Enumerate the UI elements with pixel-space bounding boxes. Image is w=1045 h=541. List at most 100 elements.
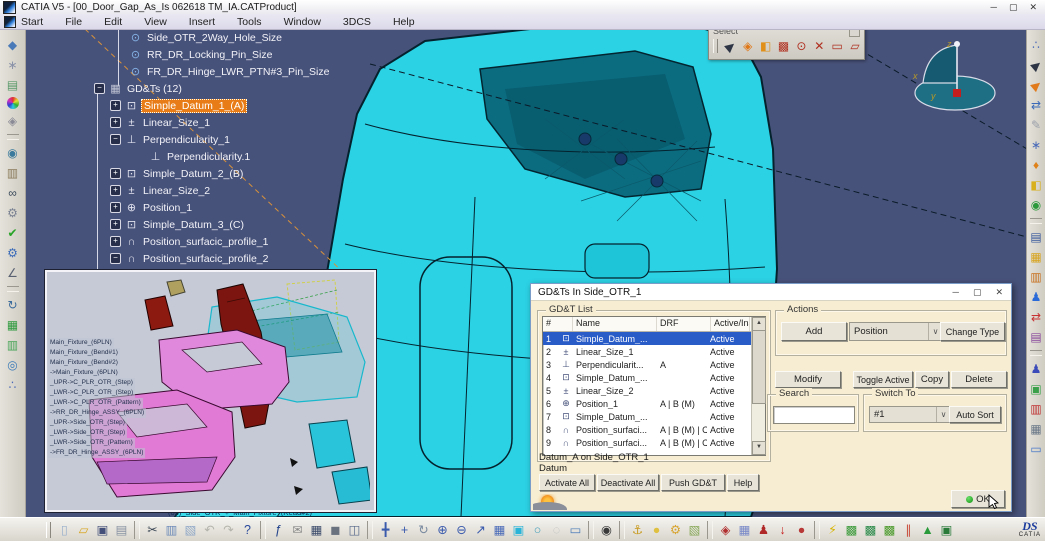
table-scrollbar[interactable]: ▲ ▼ <box>751 317 765 455</box>
camera-icon[interactable]: ◉ <box>598 521 615 539</box>
select-arrow-icon[interactable]: ▶ <box>1025 54 1045 77</box>
inset-tree-label[interactable]: ->Main_Fixture_(6PLN) <box>48 368 120 378</box>
select-arrow-icon[interactable]: ▶ <box>719 35 741 57</box>
close-button[interactable]: ✕ <box>1029 2 1037 13</box>
tree-expander[interactable]: + <box>110 202 121 213</box>
menu-item[interactable]: File <box>65 16 82 28</box>
magnify-select-icon[interactable]: ⊙ <box>793 38 809 54</box>
lightning-icon[interactable]: ⚡ <box>824 521 841 539</box>
tree-item-label[interactable]: RR_DR_Locking_Pin_Size <box>145 49 274 61</box>
multi-view-icon[interactable]: ▦ <box>491 521 508 539</box>
table-row[interactable]: 1 ⊡ Simple_Datum_... Active <box>543 332 751 345</box>
table-row[interactable]: 4 ⊡ Simple_Datum_... Active <box>543 371 751 384</box>
face-select-icon[interactable]: ▩ <box>776 38 792 54</box>
measure-icon[interactable]: ∠ <box>5 265 21 281</box>
add-button[interactable]: Add <box>781 322 847 341</box>
dialog-maximize-button[interactable]: ▢ <box>973 287 982 298</box>
switch-to-dropdown[interactable]: #1 ∨ <box>869 406 951 423</box>
separator[interactable] <box>367 521 373 539</box>
dialog-close-button[interactable]: ✕ <box>995 287 1003 298</box>
anchor-icon[interactable]: ⚓ <box>629 521 646 539</box>
mannequin-icon[interactable]: ♟ <box>1028 289 1044 305</box>
table-row[interactable]: 5 ± Linear_Size_2 Active <box>543 384 751 397</box>
tree-expander[interactable]: − <box>110 253 121 264</box>
copy-button[interactable]: Copy <box>915 371 949 388</box>
tree-item[interactable]: − ▦ GD&Ts (12) <box>92 80 331 97</box>
tree-item-label[interactable]: GD&Ts (12) <box>125 83 184 95</box>
separator[interactable] <box>7 134 19 140</box>
inset-tree-label[interactable]: _LWR->Side_OTR_(Pattern) <box>48 438 135 448</box>
row-name[interactable]: Linear_Size_1 <box>573 347 657 357</box>
tree-expander[interactable]: + <box>110 168 121 179</box>
points-grid-icon[interactable]: ∗ <box>1028 137 1044 153</box>
inset-tree-label[interactable]: Main_Fixture_(Bend#1) <box>48 348 120 358</box>
box-select-icon[interactable]: ▭ <box>829 38 845 54</box>
tree-item[interactable]: + ∩ Position_surfacic_profile_1 <box>92 233 331 250</box>
scroll-thumb[interactable] <box>752 330 766 404</box>
inset-tree-label[interactable]: _LWR->C_PLR_OTR_(Step) <box>48 388 135 398</box>
tree-item-label[interactable]: Perpendicularity.1 <box>165 151 252 163</box>
map-green-icon[interactable]: ▩ <box>843 521 860 539</box>
render-icon[interactable]: ▧ <box>686 521 703 539</box>
chart-up-icon[interactable]: ▲ <box>919 521 936 539</box>
maximize-button[interactable]: ▢ <box>1009 2 1018 13</box>
tree-item-label[interactable]: FR_DR_Hinge_LWR_PTN#3_Pin_Size <box>145 66 331 78</box>
inset-tree-label[interactable]: _UPR->C_PLR_OTR_(Step) <box>48 378 135 388</box>
transfer-icon[interactable]: ⇄ <box>1028 309 1044 325</box>
eye-globe-icon[interactable]: ◉ <box>5 145 21 161</box>
polygon-select-icon[interactable]: ▱ <box>847 38 863 54</box>
separator[interactable] <box>260 521 266 539</box>
tree-expander[interactable]: − <box>94 83 105 94</box>
gears-icon[interactable]: ⚙ <box>5 245 21 261</box>
push-gdt-button[interactable]: Push GD&T <box>661 474 725 491</box>
dialog-title-bar[interactable]: GD&Ts In Side_OTR_1 ─ ▢ ✕ <box>531 284 1011 301</box>
row-name[interactable]: Simple_Datum_... <box>573 373 657 383</box>
toggle-active-button[interactable]: Toggle Active <box>853 371 913 388</box>
tree-item[interactable]: + ± Linear_Size_1 <box>92 114 331 131</box>
help-button[interactable]: Help <box>727 474 759 491</box>
tree-expander[interactable]: + <box>110 185 121 196</box>
selection-filter-icon[interactable]: ▶ <box>1025 74 1045 97</box>
molecules-icon[interactable]: ∴ <box>5 377 21 393</box>
tree-item-label[interactable]: Position_surfacic_profile_2 <box>141 253 271 265</box>
paint-fill-icon[interactable]: ◧ <box>1028 177 1044 193</box>
crane-icon[interactable]: ⚙ <box>667 521 684 539</box>
menu-item[interactable]: Start <box>21 16 43 28</box>
person-icon[interactable]: ♟ <box>755 521 772 539</box>
film-icon[interactable]: ▦ <box>1028 421 1044 437</box>
copy-icon[interactable]: ▥ <box>163 521 180 539</box>
separator[interactable] <box>707 521 713 539</box>
inset-tree-label[interactable]: ->FR_DR_Hinge_ASSY_(6PLN) <box>48 448 145 458</box>
chart-green-icon[interactable]: ▦ <box>5 317 21 333</box>
map-terrain-icon[interactable]: ▩ <box>862 521 879 539</box>
inset-tree-label[interactable]: Main_Fixture_(6PLN) <box>48 338 114 348</box>
wireframe-icon[interactable]: ◌ <box>548 521 565 539</box>
tree-item-label[interactable]: Simple_Datum_2_(B) <box>141 168 245 180</box>
auto-sort-button[interactable]: Auto Sort <box>949 406 1001 423</box>
bed-scan-icon[interactable]: ▤ <box>1028 229 1044 245</box>
vehicle-icon[interactable]: ▭ <box>1028 441 1044 457</box>
points-icon[interactable]: ∗ <box>5 57 21 73</box>
import-icon[interactable]: ↓ <box>774 521 791 539</box>
grid-add-icon[interactable]: ▦ <box>736 521 753 539</box>
table-row[interactable]: 8 ∩ Position_surfaci... A | B (M) | C ..… <box>543 423 751 436</box>
inset-tree-label[interactable]: ->RR_DR_Hinge_ASSY_(6PLN) <box>48 408 146 418</box>
separator[interactable] <box>1030 350 1042 356</box>
screen-icon[interactable]: ▭ <box>567 521 584 539</box>
molecules-icon[interactable]: ∴ <box>1028 37 1044 53</box>
separator[interactable] <box>7 286 19 292</box>
fit-all-icon[interactable]: ╋ <box>377 521 394 539</box>
table-row[interactable]: 3 ⊥ Perpendicularit... A Active <box>543 358 751 371</box>
inset-tree-label[interactable]: Main_Fixture_(Bend#2) <box>48 358 120 368</box>
figures-icon[interactable]: ◈ <box>717 521 734 539</box>
inset-tree-label[interactable]: _LWR->C_PLR_OTR_(Pattern) <box>48 398 143 408</box>
separator[interactable] <box>588 521 594 539</box>
row-name[interactable]: Position_1 <box>573 399 657 409</box>
tree-item[interactable]: − ∩ Position_surfacic_profile_2 <box>92 250 331 267</box>
color-wheel-icon[interactable] <box>7 97 19 109</box>
iso-view-icon[interactable]: ▣ <box>510 521 527 539</box>
cut-icon[interactable]: ✂ <box>144 521 161 539</box>
search-input[interactable] <box>773 406 855 424</box>
chart-view-icon[interactable]: ▥ <box>5 337 21 353</box>
open-icon[interactable]: ▱ <box>75 521 92 539</box>
